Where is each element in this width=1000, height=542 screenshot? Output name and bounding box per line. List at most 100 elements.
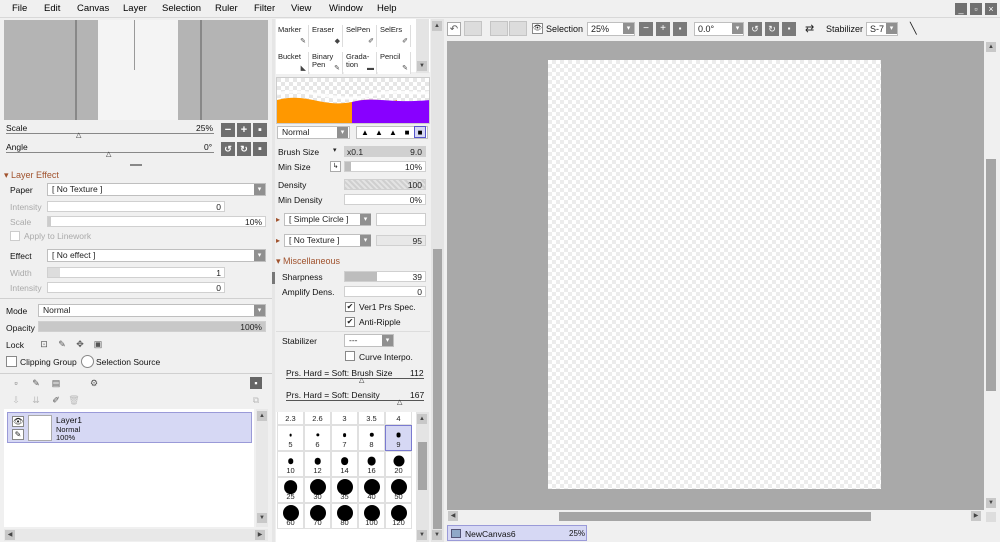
brush-size-cell[interactable]: 80 (331, 503, 358, 529)
transfer-down-icon[interactable]: ⇩ (10, 394, 22, 406)
tool-selers[interactable]: SelErs ✐ (378, 25, 411, 47)
chevron-down-icon[interactable]: ▾ (254, 250, 265, 261)
anti-ripple-checkbox[interactable]: ✔ (345, 317, 355, 327)
amplify-slider[interactable]: 0 (344, 286, 426, 297)
brush-size-cell[interactable]: 6 (304, 425, 331, 451)
tip-round-icon[interactable]: ▲ (373, 127, 385, 139)
chevron-down-icon[interactable]: ▾ (360, 235, 371, 246)
brush-size-cell[interactable]: 30 (304, 477, 331, 503)
zoom-in-button[interactable]: + (656, 22, 670, 36)
brush-size-cell[interactable]: 100 (358, 503, 385, 529)
scale-slider[interactable] (6, 133, 214, 134)
menu-layer[interactable]: Layer (123, 3, 147, 14)
close-icon[interactable]: × (985, 3, 997, 15)
tool-pencil[interactable]: Pencil ✎ (378, 52, 411, 74)
menu-ruler[interactable]: Ruler (215, 3, 238, 14)
tool-binary-pen[interactable]: Binary Pen ✎ (310, 52, 343, 74)
blend-mode-dropdown[interactable]: Normal (38, 304, 266, 317)
layer-list-hscrollbar[interactable]: ◀ ▶ (4, 529, 268, 541)
brush-size-cell[interactable]: 35 (331, 477, 358, 503)
flip-horizontal-icon[interactable]: ⇄ (805, 22, 814, 35)
opacity-slider[interactable]: 100% (38, 321, 266, 332)
canvas-vscrollbar[interactable]: ▲ ▼ (984, 41, 998, 510)
selection-source-radio[interactable] (81, 355, 94, 368)
layer-panel-menu-icon[interactable]: ▪ (250, 377, 262, 389)
new-linework-layer-icon[interactable]: ✎ (30, 377, 42, 389)
menu-view[interactable]: View (291, 3, 311, 14)
menu-window[interactable]: Window (329, 3, 363, 14)
tip-square-icon[interactable]: ■ (414, 126, 426, 138)
brush-size-cell[interactable]: 8 (358, 425, 385, 451)
tip-soft-icon[interactable]: ▲ (387, 127, 399, 139)
panel-resize-handle[interactable] (130, 164, 142, 166)
eye-icon[interactable]: 👁 (12, 416, 24, 427)
scroll-left-icon[interactable]: ◀ (5, 530, 15, 540)
tool-bucket[interactable]: Bucket ◣ (276, 52, 309, 74)
brush-size-cell[interactable]: 7 (331, 425, 358, 451)
undo-icon[interactable]: ↶ (447, 22, 461, 36)
chevron-down-icon[interactable]: ▾ (333, 146, 337, 154)
brush-size-cell[interactable]: 16 (358, 451, 385, 477)
menu-edit[interactable]: Edit (44, 3, 60, 14)
chevron-down-icon[interactable]: ▾ (732, 23, 743, 34)
new-folder-icon[interactable]: ▤ (50, 377, 62, 389)
slider-thumb-icon[interactable]: △ (397, 398, 402, 406)
rotate-reset-button[interactable]: ▪ (782, 22, 796, 36)
clear-layer-icon[interactable]: ✐ (50, 394, 62, 406)
invert-selection-icon[interactable] (509, 21, 527, 36)
chevron-down-icon[interactable]: ▾ (382, 335, 393, 346)
apply-linework-checkbox[interactable] (10, 231, 20, 241)
layer-options-icon[interactable]: ⧉ (250, 394, 262, 406)
lock-move-icon[interactable]: ✥ (74, 338, 86, 350)
ver1-checkbox[interactable]: ✔ (345, 302, 355, 312)
brush-size-cell[interactable]: 50 (385, 477, 412, 503)
chevron-down-icon[interactable]: ▾ (254, 305, 265, 316)
scroll-up-icon[interactable]: ▲ (257, 411, 267, 421)
scale-slider-thumb-icon[interactable]: △ (76, 131, 81, 139)
brush-size-cell[interactable]: 25 (277, 477, 304, 503)
zoom-out-button[interactable]: − (221, 123, 235, 137)
brush-size-cell[interactable]: 3 (331, 412, 358, 425)
document-tab[interactable]: NewCanvas6 25% (447, 525, 587, 541)
selection-visibility-icon[interactable]: 👁 (532, 23, 543, 34)
menu-canvas[interactable]: Canvas (77, 3, 109, 14)
brush-texture-dropdown[interactable]: [ No Texture ] (284, 234, 371, 247)
curve-interp-checkbox[interactable] (345, 351, 355, 361)
brush-shape-slider[interactable] (376, 213, 426, 226)
paper-intensity-slider[interactable]: 0 (47, 201, 225, 212)
rotate-left-button[interactable]: ↺ (748, 22, 762, 36)
slider-thumb-icon[interactable]: △ (359, 376, 364, 384)
canvas-hscrollbar[interactable]: ◀ ▶ (447, 510, 984, 523)
splitter-grip[interactable] (272, 272, 275, 284)
layer-effect-icon[interactable]: ⚙ (88, 377, 100, 389)
scroll-down-icon[interactable]: ▼ (986, 498, 996, 508)
effect-width-slider[interactable]: 1 (47, 267, 225, 278)
brush-size-cell[interactable]: 120 (385, 503, 412, 529)
scroll-up-icon[interactable]: ▲ (432, 21, 442, 31)
rotate-reset-button[interactable]: ▪ (253, 142, 267, 156)
brush-texture-slider[interactable]: 95 (376, 235, 426, 246)
brush-size-cell[interactable]: 5 (277, 425, 304, 451)
paper-scale-slider[interactable]: 10% (47, 216, 266, 227)
tool-marker[interactable]: Marker ✎ (276, 25, 309, 47)
effect-dropdown[interactable]: [ No effect ] (47, 249, 266, 262)
lock-all-icon[interactable]: ▣ (92, 338, 104, 350)
clipping-group-checkbox[interactable] (6, 356, 17, 367)
brush-size-cell[interactable]: 20 (385, 451, 412, 477)
brush-size-cell[interactable]: 12 (304, 451, 331, 477)
brush-size-cell[interactable]: 4 (385, 412, 412, 425)
rotate-right-button[interactable]: ↻ (237, 142, 251, 156)
brush-shape-dropdown[interactable]: [ Simple Circle ] (284, 213, 371, 226)
brush-size-cell[interactable]: 10 (277, 451, 304, 477)
lock-transparency-icon[interactable]: ⊡ (38, 338, 50, 350)
scroll-thumb[interactable] (418, 442, 427, 490)
tool-selpen[interactable]: SelPen ✐ (344, 25, 377, 47)
chevron-down-icon[interactable]: ▾ (254, 184, 265, 195)
zoom-in-button[interactable]: + (237, 123, 251, 137)
new-layer-icon[interactable]: ▫ (10, 377, 22, 389)
tool-gradation[interactable]: Grada-tion ▬ (344, 52, 377, 74)
effect-intensity-slider[interactable]: 0 (47, 282, 225, 293)
expand-shape-icon[interactable]: ▸ (276, 215, 280, 224)
zoom-reset-button[interactable]: ▪ (673, 22, 687, 36)
menu-filter[interactable]: Filter (254, 3, 275, 14)
